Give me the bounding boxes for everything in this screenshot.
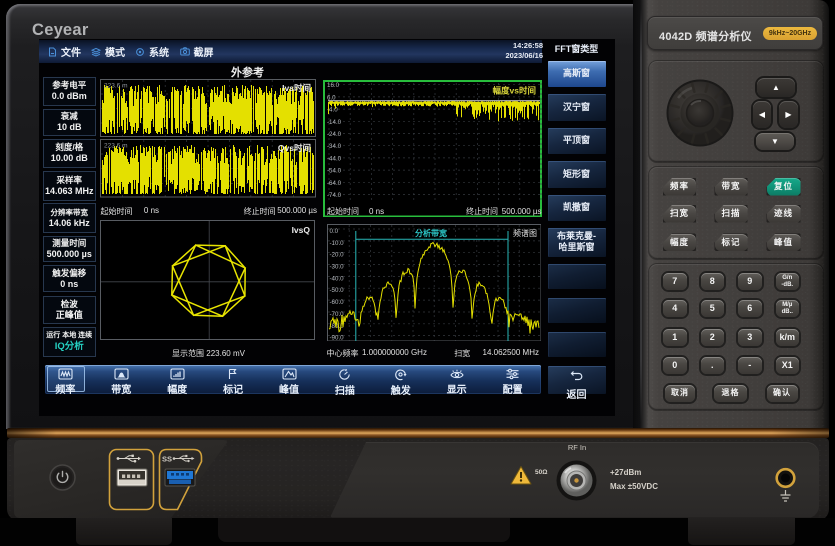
svg-text:500.000 µs: 500.000 µs: [502, 207, 542, 216]
svg-text:16.0: 16.0: [327, 82, 340, 89]
svg-text:终止时间: 终止时间: [466, 206, 498, 216]
svg-text:-60.0: -60.0: [329, 299, 344, 306]
svg-text:223.6 m: 223.6 m: [104, 143, 128, 150]
svg-text:-54.0: -54.0: [327, 167, 342, 174]
svg-text:Ivs时间: Ivs时间: [282, 83, 311, 93]
svg-text:0.0: 0.0: [329, 228, 338, 235]
svg-text:223.6 m: 223.6 m: [104, 82, 128, 89]
svg-text:-44.0: -44.0: [327, 155, 342, 162]
svg-text:分析带宽: 分析带宽: [415, 228, 447, 238]
svg-text:-74.0: -74.0: [327, 192, 342, 199]
svg-text:-14.0: -14.0: [327, 118, 342, 125]
svg-text:50Ω: 50Ω: [535, 469, 547, 476]
svg-text:SS: SS: [162, 455, 172, 464]
svg-text:-90.0: -90.0: [329, 334, 344, 341]
svg-text:Qvs时间: Qvs时间: [278, 143, 311, 153]
svg-text:-34.0: -34.0: [327, 143, 342, 150]
svg-text:起始时间: 起始时间: [327, 206, 359, 216]
svg-text:-10.0: -10.0: [329, 239, 344, 246]
svg-text:-30.0: -30.0: [329, 263, 344, 270]
svg-text:-40.0: -40.0: [329, 275, 344, 282]
svg-text:频谱图: 频谱图: [513, 228, 537, 238]
svg-text:-20.0: -20.0: [329, 251, 344, 258]
svg-text:-50.0: -50.0: [329, 287, 344, 294]
svg-text:0 ns: 0 ns: [369, 207, 384, 216]
svg-text:IvsQ: IvsQ: [292, 225, 311, 235]
svg-text:幅度vs时间: 幅度vs时间: [493, 85, 536, 95]
svg-text:-24.0: -24.0: [327, 131, 342, 138]
svg-text:-64.0: -64.0: [327, 179, 342, 186]
